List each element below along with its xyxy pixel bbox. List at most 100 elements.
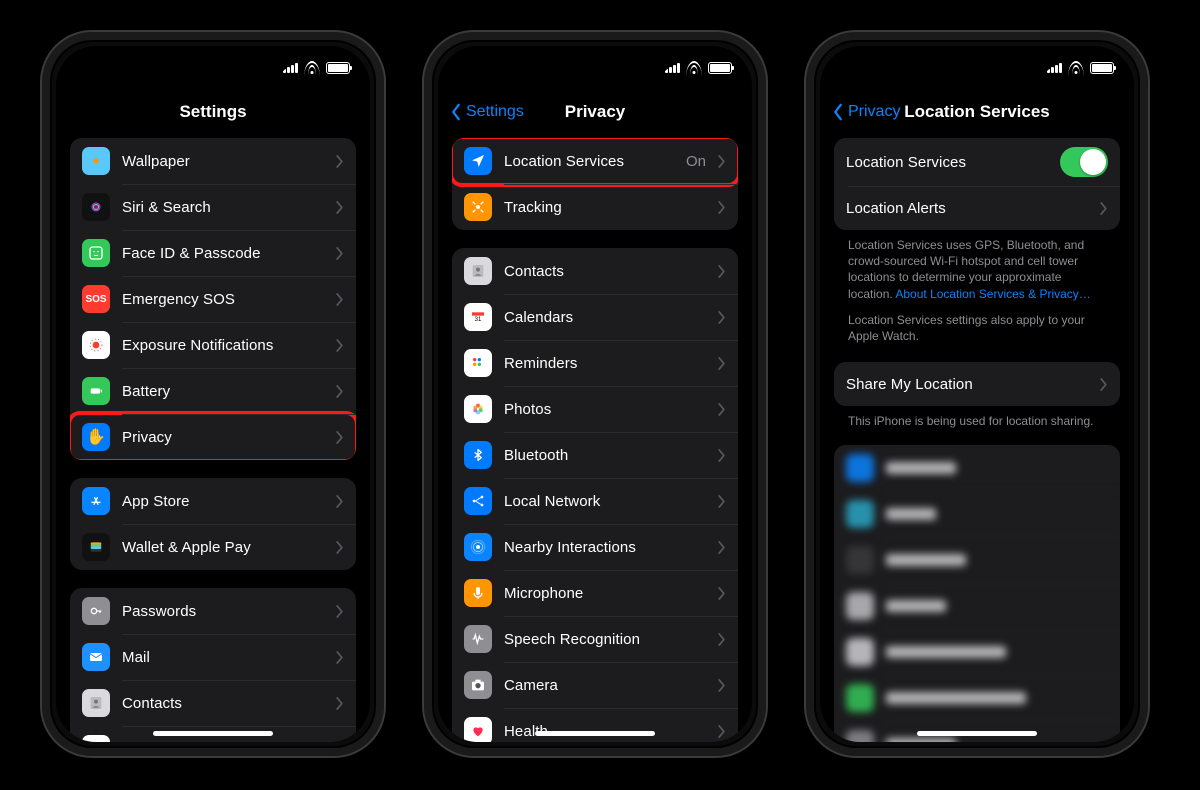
row-microphone[interactable]: Microphone [452,570,738,616]
chevron-right-icon [1100,202,1108,215]
app-icon-blurred [846,730,874,742]
row-siri-search[interactable]: Siri & Search [70,184,356,230]
chevron-right-icon [718,495,726,508]
chevron-left-icon [832,103,844,121]
appstore-icon [82,487,110,515]
row-bluetooth[interactable]: Bluetooth [452,432,738,478]
location-group-apps-blurred [834,445,1120,742]
page-title: Settings [56,102,370,122]
notch [520,46,670,74]
nearby-icon [464,533,492,561]
chevron-right-icon [336,541,344,554]
row-battery[interactable]: Battery [70,368,356,414]
about-location-link[interactable]: About Location Services & Privacy… [895,287,1090,301]
location-footer-watch: Location Services settings also apply to… [834,302,1120,344]
chevron-right-icon [718,155,726,168]
reminders-icon [464,349,492,377]
row-location-alerts[interactable]: Location Alerts [834,186,1120,230]
row-label: Calendar [122,741,324,743]
app-label-blurred [886,554,966,566]
app-icon-blurred [846,592,874,620]
chevron-right-icon [336,339,344,352]
bluetooth-icon [464,441,492,469]
navbar: Privacy Location Services [820,90,1134,134]
settings-group-store: App Store Wallet & Apple Pay [70,478,356,570]
back-label: Privacy [848,103,900,121]
chevron-right-icon [718,449,726,462]
row-contacts[interactable]: Contacts [70,680,356,726]
location-group-share: Share My Location [834,362,1120,406]
chevron-left-icon [450,103,462,121]
chevron-right-icon [718,403,726,416]
phone-settings: Settings Wallpaper Siri & Search Face ID &… [40,30,386,758]
chevron-right-icon [336,697,344,710]
row-privacy[interactable]: ✋Privacy [70,414,356,460]
row-exposure-notifications[interactable]: Exposure Notifications [70,322,356,368]
row-app-store[interactable]: App Store [70,478,356,524]
app-icon-blurred [846,546,874,574]
app-row-blurred[interactable] [834,583,1120,629]
app-icon-blurred [846,500,874,528]
row-label: Privacy [122,429,324,446]
app-row-blurred[interactable] [834,491,1120,537]
app-icon-blurred [846,638,874,666]
row-contacts[interactable]: Contacts [452,248,738,294]
row-location-services[interactable]: Location Services [834,138,1120,186]
privacy-group-data: Contacts 31CalendarsReminders Photos Blueto… [452,248,738,742]
location-content[interactable]: Location Services Location Alerts Locatio… [820,134,1134,742]
row-passwords[interactable]: Passwords [70,588,356,634]
sos-icon: SOS [82,285,110,313]
mail-icon [82,643,110,671]
row-speech-recognition[interactable]: Speech Recognition [452,616,738,662]
camera-icon [464,671,492,699]
row-mail[interactable]: Mail [70,634,356,680]
row-label: Calendars [504,309,706,326]
app-row-blurred[interactable] [834,445,1120,491]
back-button[interactable]: Privacy [832,103,900,121]
home-indicator[interactable] [153,731,273,736]
faceid-icon [82,239,110,267]
app-row-blurred[interactable] [834,675,1120,721]
row-wallet-apple-pay[interactable]: Wallet & Apple Pay [70,524,356,570]
row-share-my-location[interactable]: Share My Location [834,362,1120,406]
chevron-right-icon [718,541,726,554]
chevron-right-icon [336,495,344,508]
row-calendars[interactable]: 31Calendars [452,294,738,340]
row-label: Contacts [504,263,706,280]
row-face-id-passcode[interactable]: Face ID & Passcode [70,230,356,276]
row-label: Camera [504,677,706,694]
row-label: App Store [122,493,324,510]
row-label: Siri & Search [122,199,324,216]
app-row-blurred[interactable] [834,537,1120,583]
row-tracking[interactable]: Tracking [452,184,738,230]
wifi-icon [1068,62,1084,74]
row-label: Wallet & Apple Pay [122,539,324,556]
app-label-blurred [886,692,1026,704]
row-location-services[interactable]: Location ServicesOn [452,138,738,184]
settings-content[interactable]: Wallpaper Siri & Search Face ID & Passcode… [56,134,370,742]
home-indicator[interactable] [917,731,1037,736]
chevron-right-icon [336,651,344,664]
row-wallpaper[interactable]: Wallpaper [70,138,356,184]
toggle-switch[interactable] [1060,147,1108,177]
row-label: Location Services [846,154,1048,171]
row-health[interactable]: Health [452,708,738,742]
battery-icon [1090,62,1114,74]
home-indicator[interactable] [535,731,655,736]
row-camera[interactable]: Camera [452,662,738,708]
app-row-blurred[interactable] [834,629,1120,675]
row-emergency-sos[interactable]: SOSEmergency SOS [70,276,356,322]
row-reminders[interactable]: Reminders [452,340,738,386]
privacy-content[interactable]: Location ServicesOnTracking Contacts 31Ca… [438,134,752,742]
row-local-network[interactable]: Local Network [452,478,738,524]
exposure-icon [82,331,110,359]
settings-group-apps: PasswordsMailContacts31CalendarNotesRemi… [70,588,356,742]
back-button[interactable]: Settings [450,103,524,121]
row-photos[interactable]: Photos [452,386,738,432]
battery-icon [82,377,110,405]
row-nearby-interactions[interactable]: Nearby Interactions [452,524,738,570]
chevron-right-icon [1100,378,1108,391]
row-label: Photos [504,401,706,418]
battery-icon [708,62,732,74]
wifi-icon [304,62,320,74]
